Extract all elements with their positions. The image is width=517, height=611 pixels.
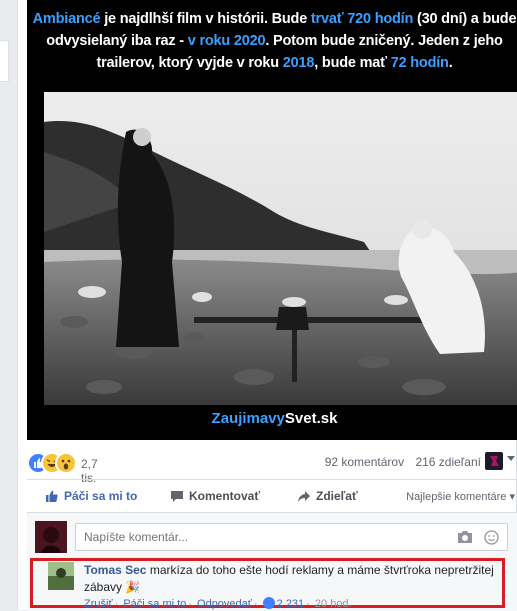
comment-avatar[interactable] (48, 562, 74, 590)
comment-author[interactable]: Tomas Sec (84, 563, 146, 577)
share-button[interactable]: Zdieľať (297, 488, 358, 504)
caption-text: je najdlhší film v histórii. Bude (100, 11, 311, 27)
caption-highlight: v roku 2020 (187, 33, 266, 49)
beach-scene (44, 92, 517, 405)
left-tab (0, 40, 9, 82)
reaction-count[interactable]: 2,7 tis. (81, 457, 98, 485)
caption-highlight: trvať 720 hodín (310, 11, 414, 27)
avatar[interactable] (35, 521, 67, 553)
comment-like-link[interactable]: Páči sa mi to (123, 598, 186, 610)
comment-input[interactable] (84, 530, 444, 544)
cancel-link[interactable]: Zrušiť (84, 598, 113, 610)
action-bar: Páči sa mi to Komentovať Zdieľať Najlepš… (27, 484, 517, 508)
left-gutter (0, 0, 17, 610)
share-label: Zdieľať (316, 489, 358, 503)
beach-photo (44, 92, 517, 405)
comments-count[interactable]: 92 komentárov (325, 455, 404, 469)
caption-highlight: Ambiancé (32, 11, 101, 27)
watermark-site: ZaujimavySvet.sk (27, 410, 517, 427)
divider (27, 479, 517, 480)
chevron-down-icon[interactable] (507, 456, 515, 461)
like-label: Páči sa mi to (64, 489, 138, 503)
comment-time[interactable]: 20 hod. (315, 598, 352, 610)
watermark-part1: Zaujimavy (211, 410, 285, 427)
comment-body: Tomas Sec markíza do toho ešte hodí rekl… (84, 562, 504, 596)
comment-like-count[interactable]: 2 231 (277, 598, 305, 610)
post-image[interactable]: Ambiancé je najdlhší film v histórii. Bu… (27, 0, 517, 440)
caret-down-icon: ▾ (509, 491, 515, 503)
sort-dropdown[interactable]: Najlepšie komentáre ▾ (406, 490, 515, 503)
comment-icon (171, 491, 183, 502)
thumbs-up-icon (46, 490, 58, 502)
like-icon (262, 597, 275, 609)
wow-icon (55, 452, 77, 474)
shares-count[interactable]: 216 zdieľaní (415, 455, 481, 469)
caption-highlight: 72 hodín (390, 55, 449, 71)
watermark-part2: Svet.sk (284, 410, 338, 427)
share-icon (298, 491, 310, 502)
emoji-icon[interactable] (484, 530, 499, 548)
reactions-bar: 2,7 tis. 92 komentárov 216 zdieľaní (27, 450, 517, 485)
comment-button[interactable]: Komentovať (170, 488, 260, 504)
comment-actions: Zrušiť · Páči sa mi to · Odpovedať · 2 231 ·… (84, 597, 352, 610)
caption-text: , bude mať (314, 55, 391, 71)
post-card: Ambiancé je najdlhší film v histórii. Bu… (17, 0, 517, 611)
comment-input-box[interactable] (75, 523, 508, 551)
reply-link[interactable]: Odpovedať (197, 598, 252, 610)
comment-text: markíza do toho ešte hodí reklamy a máme… (84, 563, 494, 594)
comment-label: Komentovať (189, 489, 261, 503)
like-button[interactable]: Páči sa mi to (45, 488, 137, 504)
post-stats: 92 komentárov 216 zdieľaní (317, 455, 481, 469)
page-avatar[interactable] (485, 452, 503, 470)
caption-highlight: 2018 (282, 55, 315, 71)
caption-text: . (448, 55, 453, 71)
sort-label: Najlepšie komentáre (406, 491, 507, 503)
camera-icon[interactable] (457, 530, 473, 547)
post-caption: Ambiancé je najdlhší film v histórii. Bu… (27, 8, 517, 74)
